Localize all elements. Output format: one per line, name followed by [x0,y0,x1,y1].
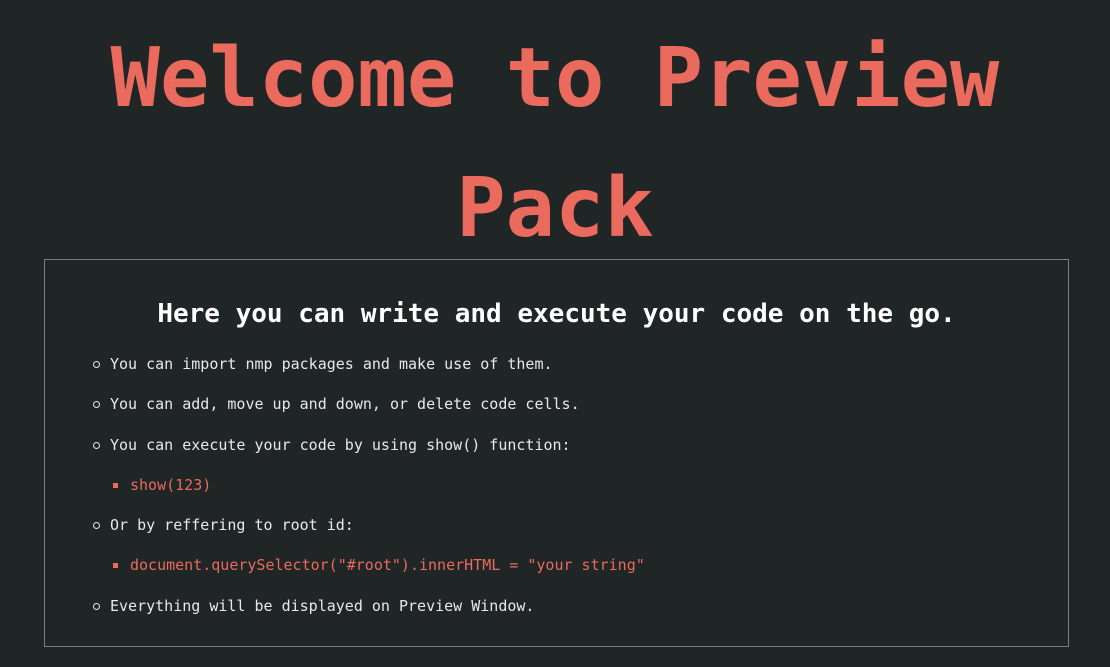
square-bullet-icon [113,482,118,488]
square-bullet-icon [113,563,118,569]
page-title-line-1: Welcome to Preview [110,31,1000,126]
panel-heading: Here you can write and execute your code… [157,299,956,329]
circle-bullet-icon [93,522,100,530]
list-item-code: document.querySelector("#root").innerHTM… [93,552,645,592]
info-panel: Here you can write and execute your code… [44,259,1069,647]
list-item-text: You can import nmp packages and make use… [110,355,553,373]
code-example: show(123) [130,475,212,494]
list-item-code: show(123) [93,472,645,512]
circle-bullet-icon [93,602,100,610]
circle-bullet-icon [93,401,100,409]
list-item: You can import nmp packages and make use… [93,351,645,391]
circle-bullet-icon [93,361,100,368]
code-example: document.querySelector("#root").innerHTM… [130,556,645,575]
list-item-text: Everything will be displayed on Preview … [110,596,535,615]
list-item: You can execute your code by using show(… [93,432,645,472]
list-item-text: You can execute your code by using show(… [110,435,571,454]
list-item: Or by reffering to root id: [93,512,645,552]
list-item-text: Or by reffering to root id: [110,516,354,535]
list-item-text: You can add, move up and down, or delete… [110,395,580,414]
list-item: Everything will be displayed on Preview … [93,593,645,633]
page-title-line-2: Pack [456,161,654,256]
page-title: Welcome to Preview Pack [0,14,1110,274]
instruction-list: You can import nmp packages and make use… [93,351,645,633]
circle-bullet-icon [93,441,100,449]
list-item: You can add, move up and down, or delete… [93,391,645,431]
